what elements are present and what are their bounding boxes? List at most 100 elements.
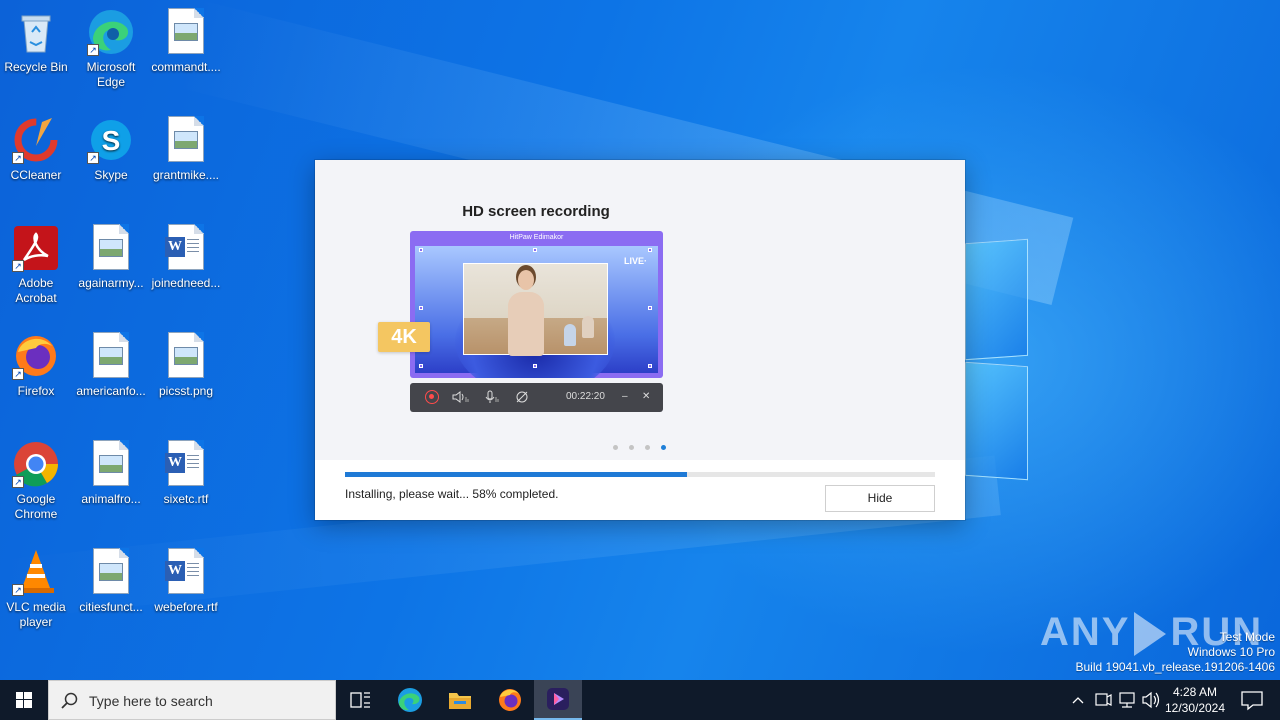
- taskbar-search-box[interactable]: Type here to search: [48, 680, 336, 720]
- slide-pager-dot-active[interactable]: [661, 445, 666, 450]
- network-tray-icon[interactable]: [1116, 680, 1138, 720]
- slide-pager-dot[interactable]: [629, 445, 634, 450]
- shortcut-arrow-icon: ↗: [12, 152, 24, 164]
- desktop-icon-word-file[interactable]: W webefore.rtf: [150, 548, 222, 615]
- desktop-icon-image-file[interactable]: americanfo...: [75, 332, 147, 399]
- desktop-icon-label: commandt....: [151, 60, 221, 74]
- desktop-icon-vlc[interactable]: ↗ VLC media player: [0, 548, 72, 630]
- windows-logo-icon: [16, 692, 32, 708]
- edge-icon: ↗: [87, 8, 135, 56]
- desktop-icon-firefox[interactable]: ↗ Firefox: [0, 332, 72, 399]
- desktop-icon-skype[interactable]: S ↗ Skype: [75, 116, 147, 183]
- action-center-button[interactable]: [1232, 680, 1272, 720]
- svg-text:S: S: [102, 125, 121, 156]
- install-status-text: Installing, please wait... 58% completed…: [345, 487, 559, 501]
- install-progress-bar: [345, 472, 935, 477]
- desktop-icon-image-file[interactable]: grantmike....: [150, 116, 222, 183]
- app-preview-window: HitPaw Edimakor LIVE·: [410, 231, 663, 378]
- desktop-icon-recycle-bin[interactable]: Recycle Bin: [0, 8, 72, 75]
- shortcut-arrow-icon: ↗: [12, 368, 24, 380]
- desktop-icon-image-file[interactable]: commandt....: [150, 8, 222, 75]
- shortcut-arrow-icon: ↗: [12, 260, 24, 272]
- desktop-icon-label: picsst.png: [158, 384, 214, 398]
- webcam-off-icon: [515, 390, 529, 404]
- clock-time: 4:28 AM: [1172, 685, 1218, 699]
- desktop-icon-label: againarmy...: [78, 276, 144, 290]
- taskbar-edge[interactable]: [386, 680, 434, 720]
- slide-title: HD screen recording: [462, 203, 610, 220]
- recycle-bin-icon: [12, 8, 60, 56]
- classroom-photo: [463, 263, 608, 356]
- windows-logo-pane: [965, 238, 1028, 361]
- desktop-icon-word-file[interactable]: W joinedneed...: [150, 224, 222, 291]
- desktop-icon-word-file[interactable]: W sixetc.rtf: [150, 440, 222, 507]
- taskbar-firefox[interactable]: [486, 680, 534, 720]
- slide-pager-dot[interactable]: [613, 445, 618, 450]
- meet-now-icon: [1095, 693, 1112, 706]
- desktop-icon-label: Google Chrome: [14, 492, 58, 521]
- desktop-icon-label: animalfro...: [81, 492, 141, 506]
- desktop-icon-label: Firefox: [17, 384, 55, 398]
- desktop-icon-label: Recycle Bin: [4, 60, 68, 74]
- desktop-icon-google-chrome[interactable]: ↗ Google Chrome: [0, 440, 72, 522]
- desktop-icon-label: VLC media player: [6, 600, 66, 629]
- record-icon: [425, 390, 439, 404]
- task-view-button[interactable]: [336, 680, 384, 720]
- desktop-icon-image-file[interactable]: picsst.png: [150, 332, 222, 399]
- desktop-icon-adobe-acrobat[interactable]: ↗ Adobe Acrobat: [0, 224, 72, 306]
- search-icon: [61, 692, 78, 709]
- desktop-icon-edge[interactable]: ↗ Microsoft Edge: [75, 8, 147, 90]
- taskbar-file-explorer[interactable]: [436, 680, 484, 720]
- network-icon: [1119, 692, 1135, 708]
- test-mode-line: Test Mode: [1219, 630, 1275, 644]
- vlc-cone-icon: ↗: [12, 548, 60, 596]
- desktop-icon-label: sixetc.rtf: [163, 492, 209, 506]
- selection-handle: [648, 306, 652, 310]
- shortcut-arrow-icon: ↗: [12, 584, 24, 596]
- minimize-icon: –: [622, 391, 628, 402]
- desktop-icon-ccleaner[interactable]: ↗ CCleaner: [0, 116, 72, 183]
- word-document-icon: W: [162, 224, 210, 272]
- selection-handle: [533, 364, 537, 368]
- image-file-icon: [162, 8, 210, 56]
- word-document-icon: W: [162, 440, 210, 488]
- desktop-icon-image-file[interactable]: againarmy...: [75, 224, 147, 291]
- firefox-icon: [499, 689, 521, 711]
- desktop-icon-label: Skype: [94, 168, 128, 182]
- desktop-icon-label: americanfo...: [76, 384, 146, 398]
- selection-handle: [419, 248, 423, 252]
- taskbar-clock[interactable]: 4:28 AM 12/30/2024: [1160, 684, 1230, 716]
- shortcut-arrow-icon: ↗: [87, 152, 99, 164]
- hide-button[interactable]: Hide: [825, 485, 935, 512]
- image-file-icon: [87, 440, 135, 488]
- image-file-icon: [87, 548, 135, 596]
- recording-control-bar: 00:22:20 – ✕: [410, 383, 663, 412]
- image-file-icon: [162, 332, 210, 380]
- taskbar-hitpaw-installer[interactable]: [534, 680, 582, 720]
- app-preview-title: HitPaw Edimakor: [509, 234, 564, 241]
- desktop-icon-image-file[interactable]: citiesfunct...: [75, 548, 147, 615]
- desktop-icon-label: grantmike....: [152, 168, 220, 182]
- slide-pager-dot[interactable]: [645, 445, 650, 450]
- desktop-icon-label: CCleaner: [10, 168, 62, 182]
- image-file-icon: [162, 116, 210, 164]
- desktop-icon-label: joinedneed...: [151, 276, 221, 290]
- speaker-icon: [452, 390, 470, 404]
- teacher-figure: [504, 270, 548, 356]
- taskbar: Type here to search 4:28 AM 12/30/2024: [0, 680, 1280, 720]
- start-button[interactable]: [0, 680, 48, 720]
- tray-app-icon[interactable]: [1092, 680, 1114, 720]
- volume-tray-icon[interactable]: [1140, 680, 1162, 720]
- image-file-icon: [87, 332, 135, 380]
- selection-handle: [533, 248, 537, 252]
- desktop-icon-image-file[interactable]: animalfro...: [75, 440, 147, 507]
- desktop-icon-label: webefore.rtf: [154, 600, 218, 614]
- student-figure: [564, 324, 576, 346]
- chevron-up-icon: [1072, 697, 1084, 704]
- close-icon: ✕: [642, 391, 651, 402]
- windows-logo-pane: [965, 361, 1028, 481]
- skype-icon: S ↗: [87, 116, 135, 164]
- selection-handle: [648, 364, 652, 368]
- ccleaner-icon: ↗: [12, 116, 60, 164]
- show-hidden-icons-button[interactable]: [1068, 680, 1088, 720]
